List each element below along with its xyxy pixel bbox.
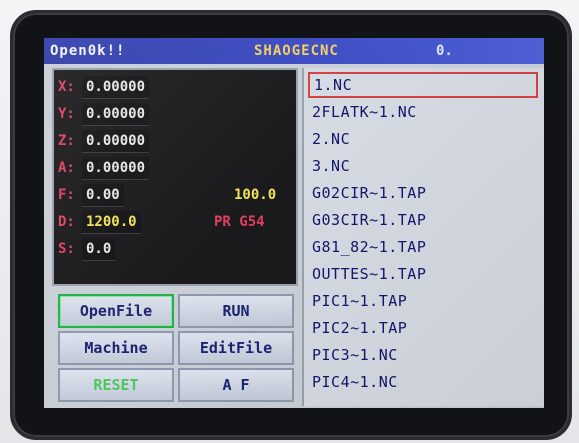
file-item[interactable]: 2FLATK~1.NC <box>308 99 538 125</box>
spindle-label: D: <box>58 214 75 230</box>
speed-row: S: 0.0 <box>54 236 296 262</box>
reset-button[interactable]: RESET <box>58 368 174 402</box>
af-button[interactable]: A F <box>178 368 294 402</box>
file-item[interactable]: PIC3~1.NC <box>308 342 538 368</box>
axis-label-z: Z: <box>58 133 75 149</box>
file-item[interactable]: G81_82~1.TAP <box>308 234 538 260</box>
axis-value-z: 0.00000 <box>82 130 150 153</box>
title-value: 0. <box>436 43 453 59</box>
run-button[interactable]: RUN <box>178 294 294 328</box>
file-item[interactable]: G03CIR~1.TAP <box>308 207 538 233</box>
feed-label: F: <box>58 187 75 203</box>
spindle-mode: PR G54 <box>214 214 265 230</box>
title-bar: Open0k!! SHAOGECNC 0. <box>44 38 544 64</box>
axis-label-x: X: <box>58 79 75 95</box>
machine-button[interactable]: Machine <box>58 331 174 365</box>
coord-row-x: X: 0.00000 <box>54 74 296 100</box>
axis-value-x: 0.00000 <box>82 76 150 99</box>
coord-row-a: A: 0.00000 <box>54 155 296 181</box>
file-list: 1.NC 2FLATK~1.NC 2.NC 3.NC G02CIR~1.TAP … <box>302 68 544 406</box>
file-item[interactable]: PIC1~1.TAP <box>308 288 538 314</box>
editfile-button[interactable]: EditFile <box>178 331 294 365</box>
axis-label-a: A: <box>58 160 75 176</box>
axis-value-a: 0.00000 <box>82 157 150 180</box>
speed-label: S: <box>58 241 75 257</box>
file-item[interactable]: PIC4~1.NC <box>308 369 538 395</box>
app-title: SHAOGECNC <box>254 43 339 59</box>
file-item[interactable]: OUTTES~1.TAP <box>308 261 538 287</box>
file-item[interactable]: 1.NC <box>308 72 538 98</box>
feed-row: F: 0.00 100.0 <box>54 182 296 208</box>
file-item[interactable]: G02CIR~1.TAP <box>308 180 538 206</box>
coord-row-y: Y: 0.00000 <box>54 101 296 127</box>
file-item[interactable]: 3.NC <box>308 153 538 179</box>
openfile-button[interactable]: OpenFile <box>58 294 174 328</box>
status-text: Open0k!! <box>50 43 126 59</box>
cnc-screen: Open0k!! SHAOGECNC 0. X: 0.00000 Y: 0.00… <box>44 38 544 408</box>
axis-label-y: Y: <box>58 106 75 122</box>
spindle-value: 1200.0 <box>82 211 141 234</box>
speed-value: 0.0 <box>82 238 116 261</box>
axis-value-y: 0.00000 <box>82 103 150 126</box>
feed-value: 0.00 <box>82 184 124 207</box>
coord-row-z: Z: 0.00000 <box>54 128 296 154</box>
feed-override: 100.0 <box>234 187 277 203</box>
file-item[interactable]: 2.NC <box>308 126 538 152</box>
spindle-row: D: 1200.0 PR G54 <box>54 209 296 235</box>
file-item[interactable]: PIC2~1.TAP <box>308 315 538 341</box>
coordinate-panel: X: 0.00000 Y: 0.00000 Z: 0.00000 A: 0.00… <box>52 68 298 286</box>
